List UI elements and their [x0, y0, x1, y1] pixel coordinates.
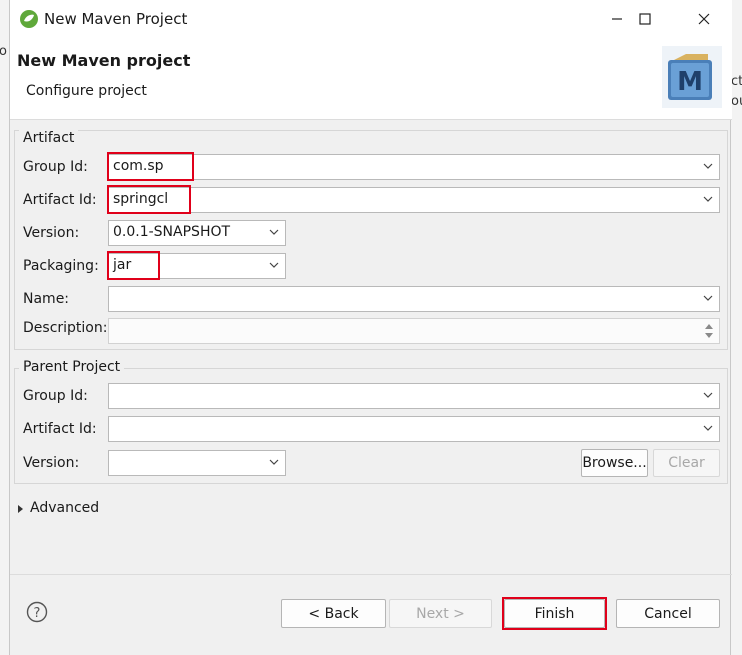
svg-text:?: ? [34, 606, 41, 621]
maximize-icon [639, 13, 651, 25]
name-label: Name: [23, 291, 70, 307]
artifact-group-id-combo[interactable]: com.sp [108, 154, 720, 180]
help-icon[interactable]: ? [26, 601, 48, 623]
next-button[interactable]: Next > [389, 599, 492, 628]
background-text-fragment: o [0, 44, 7, 59]
chevron-down-icon [703, 295, 713, 301]
parent-project-group-title: Parent Project [19, 359, 125, 375]
maven-icon: M [662, 46, 722, 108]
artifact-group-id-label: Group Id: [23, 159, 88, 175]
version-value: 0.0.1-SNAPSHOT [113, 224, 231, 240]
back-button[interactable]: < Back [281, 599, 386, 628]
chevron-down-icon [703, 196, 713, 202]
parent-group-id-combo[interactable] [108, 383, 720, 409]
scroll-spinner-icon[interactable] [704, 321, 714, 341]
browse-button[interactable]: Browse... [581, 449, 648, 477]
cancel-button[interactable]: Cancel [616, 599, 720, 628]
version-combo[interactable]: 0.0.1-SNAPSHOT [108, 220, 286, 246]
version-label: Version: [23, 225, 80, 241]
parent-group-id-label: Group Id: [23, 388, 88, 404]
artifact-group-id-value: com.sp [113, 158, 164, 174]
maximize-button[interactable] [620, 0, 670, 38]
close-icon [698, 13, 710, 25]
parent-artifact-id-combo[interactable] [108, 416, 720, 442]
chevron-down-icon [269, 459, 279, 465]
packaging-label: Packaging: [23, 258, 99, 274]
background-window-left: o [0, 0, 9, 655]
page-title: New Maven project [17, 51, 191, 70]
chevron-down-icon [703, 392, 713, 398]
chevron-down-icon [703, 163, 713, 169]
description-textarea[interactable] [108, 318, 720, 344]
artifact-id-value: springcl [113, 191, 169, 207]
parent-artifact-id-label: Artifact Id: [23, 421, 97, 437]
name-combo[interactable] [108, 286, 720, 312]
background-text-fragment: ou [731, 94, 742, 109]
svg-text:M: M [677, 67, 703, 97]
window-title: New Maven Project [44, 10, 188, 28]
chevron-down-icon [269, 229, 279, 235]
clear-button[interactable]: Clear [653, 449, 720, 477]
footer-separator [10, 574, 732, 575]
description-label: Description: [23, 320, 108, 336]
packaging-value: jar [113, 257, 132, 273]
parent-version-label: Version: [23, 455, 80, 471]
chevron-down-icon [703, 425, 713, 431]
wizard-header: New Maven project Configure project M [10, 38, 732, 120]
title-bar: New Maven Project [10, 0, 732, 38]
close-button[interactable] [679, 0, 729, 38]
parent-version-combo[interactable] [108, 450, 286, 476]
packaging-combo[interactable]: jar [108, 253, 286, 279]
spring-tool-icon [20, 10, 38, 28]
expand-arrow-icon[interactable] [17, 504, 25, 514]
background-text-fragment: ct [731, 74, 742, 89]
page-subtitle: Configure project [26, 83, 147, 99]
chevron-down-icon [269, 262, 279, 268]
new-maven-project-dialog: New Maven Project New Maven project Conf… [9, 0, 732, 655]
artifact-group-title: Artifact [19, 130, 79, 146]
artifact-id-label: Artifact Id: [23, 192, 97, 208]
advanced-section-toggle[interactable]: Advanced [30, 500, 99, 516]
artifact-id-combo[interactable]: springcl [108, 187, 720, 213]
background-window-right: ct ou [731, 0, 742, 655]
finish-button[interactable]: Finish [504, 599, 605, 628]
